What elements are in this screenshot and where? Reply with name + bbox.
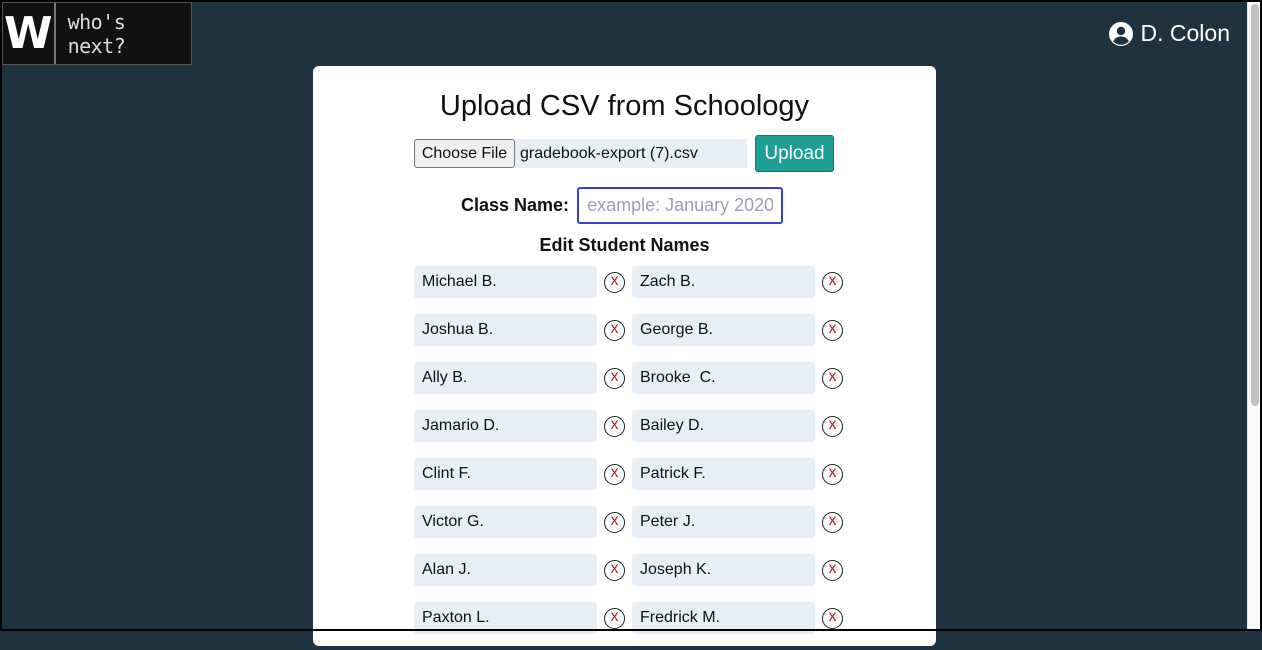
student-name-field[interactable]: Brooke C. bbox=[632, 362, 815, 394]
remove-student-button[interactable]: x bbox=[822, 607, 843, 629]
student-entry: Patrick F. x bbox=[632, 458, 850, 490]
student-name-field[interactable]: Zach B. bbox=[632, 266, 815, 298]
student-row: Ally B. x Brooke C. x bbox=[414, 362, 854, 394]
student-row: Victor G. x Peter J. x bbox=[414, 506, 854, 538]
student-row: Joshua B. x George B. x bbox=[414, 314, 854, 346]
student-entry: Joseph K. x bbox=[632, 554, 850, 586]
student-entry: Victor G. x bbox=[414, 506, 632, 538]
student-entry: Joshua B. x bbox=[414, 314, 632, 346]
upload-card: Upload CSV from Schoology Choose File gr… bbox=[313, 66, 936, 646]
remove-student-button[interactable]: x bbox=[604, 463, 625, 485]
student-row: Paxton L. x Fredrick M. x bbox=[414, 602, 854, 634]
student-row: Michael B. x Zach B. x bbox=[414, 266, 854, 298]
student-name-field[interactable]: Fredrick M. bbox=[632, 602, 815, 634]
student-entry: Bailey D. x bbox=[632, 410, 850, 442]
remove-student-button[interactable]: x bbox=[822, 271, 843, 293]
student-name-field[interactable]: Jamario D. bbox=[414, 410, 597, 442]
logo-letter: W bbox=[3, 3, 56, 64]
student-name-field[interactable]: Alan J. bbox=[414, 554, 597, 586]
student-row: Clint F. x Patrick F. x bbox=[414, 458, 854, 490]
remove-student-button[interactable]: x bbox=[604, 607, 625, 629]
student-name-field[interactable]: Clint F. bbox=[414, 458, 597, 490]
logo-tagline: who's next? bbox=[67, 9, 126, 58]
page-title: Upload CSV from Schoology bbox=[439, 90, 810, 122]
user-name: D. Colon bbox=[1140, 20, 1230, 46]
student-row: Jamario D. x Bailey D. x bbox=[414, 410, 854, 442]
student-entry: Ally B. x bbox=[414, 362, 632, 394]
file-upload-row: Choose File gradebook-export (7).csv Upl… bbox=[414, 135, 834, 172]
student-name-field[interactable]: Joseph K. bbox=[632, 554, 815, 586]
student-name-field[interactable]: Joshua B. bbox=[414, 314, 597, 346]
remove-student-button[interactable]: x bbox=[604, 271, 625, 293]
student-entry: Fredrick M. x bbox=[632, 602, 850, 634]
student-entry: Zach B. x bbox=[632, 266, 850, 298]
class-name-input[interactable] bbox=[577, 187, 784, 224]
remove-student-button[interactable]: x bbox=[822, 511, 843, 533]
student-name-field[interactable]: Victor G. bbox=[414, 506, 597, 538]
student-entry: Jamario D. x bbox=[414, 410, 632, 442]
class-name-row: Class Name: bbox=[461, 187, 784, 224]
vertical-scrollbar[interactable] bbox=[1247, 0, 1262, 631]
student-name-field[interactable]: Bailey D. bbox=[632, 410, 815, 442]
remove-student-button[interactable]: x bbox=[822, 559, 843, 581]
student-entry: Clint F. x bbox=[414, 458, 632, 490]
student-entry: Alan J. x bbox=[414, 554, 632, 586]
remove-student-button[interactable]: x bbox=[822, 415, 843, 437]
student-name-field[interactable]: Patrick F. bbox=[632, 458, 815, 490]
student-name-field[interactable]: Ally B. bbox=[414, 362, 597, 394]
edit-student-names-heading: Edit Student Names bbox=[539, 235, 710, 255]
remove-student-button[interactable]: x bbox=[604, 415, 625, 437]
remove-student-button[interactable]: x bbox=[604, 559, 625, 581]
user-menu[interactable]: D. Colon bbox=[1108, 20, 1230, 47]
user-circle-icon bbox=[1108, 21, 1133, 46]
student-entry: George B. x bbox=[632, 314, 850, 346]
student-entry: Paxton L. x bbox=[414, 602, 632, 634]
scrollbar-thumb[interactable] bbox=[1251, 4, 1259, 406]
student-name-field[interactable]: George B. bbox=[632, 314, 815, 346]
student-list: Michael B. x Zach B. x Joshua B. x George B. x A… bbox=[414, 266, 854, 650]
upload-button[interactable]: Upload bbox=[755, 135, 834, 172]
remove-student-button[interactable]: x bbox=[604, 367, 625, 389]
student-name-field[interactable]: Paxton L. bbox=[414, 602, 597, 634]
student-row: Alan J. x Joseph K. x bbox=[414, 554, 854, 586]
student-entry: Brooke C. x bbox=[632, 362, 850, 394]
student-entry: Michael B. x bbox=[414, 266, 632, 298]
remove-student-button[interactable]: x bbox=[822, 319, 843, 341]
app-logo[interactable]: W who's next? bbox=[2, 2, 192, 65]
student-name-field[interactable]: Peter J. bbox=[632, 506, 815, 538]
remove-student-button[interactable]: x bbox=[822, 463, 843, 485]
remove-student-button[interactable]: x bbox=[822, 367, 843, 389]
choose-file-button[interactable]: Choose File bbox=[414, 139, 515, 168]
student-name-field[interactable]: Michael B. bbox=[414, 266, 597, 298]
remove-student-button[interactable]: x bbox=[604, 511, 625, 533]
student-entry: Peter J. x bbox=[632, 506, 850, 538]
class-name-label: Class Name: bbox=[461, 195, 570, 215]
selected-file-name: gradebook-export (7).csv bbox=[515, 139, 747, 168]
remove-student-button[interactable]: x bbox=[604, 319, 625, 341]
